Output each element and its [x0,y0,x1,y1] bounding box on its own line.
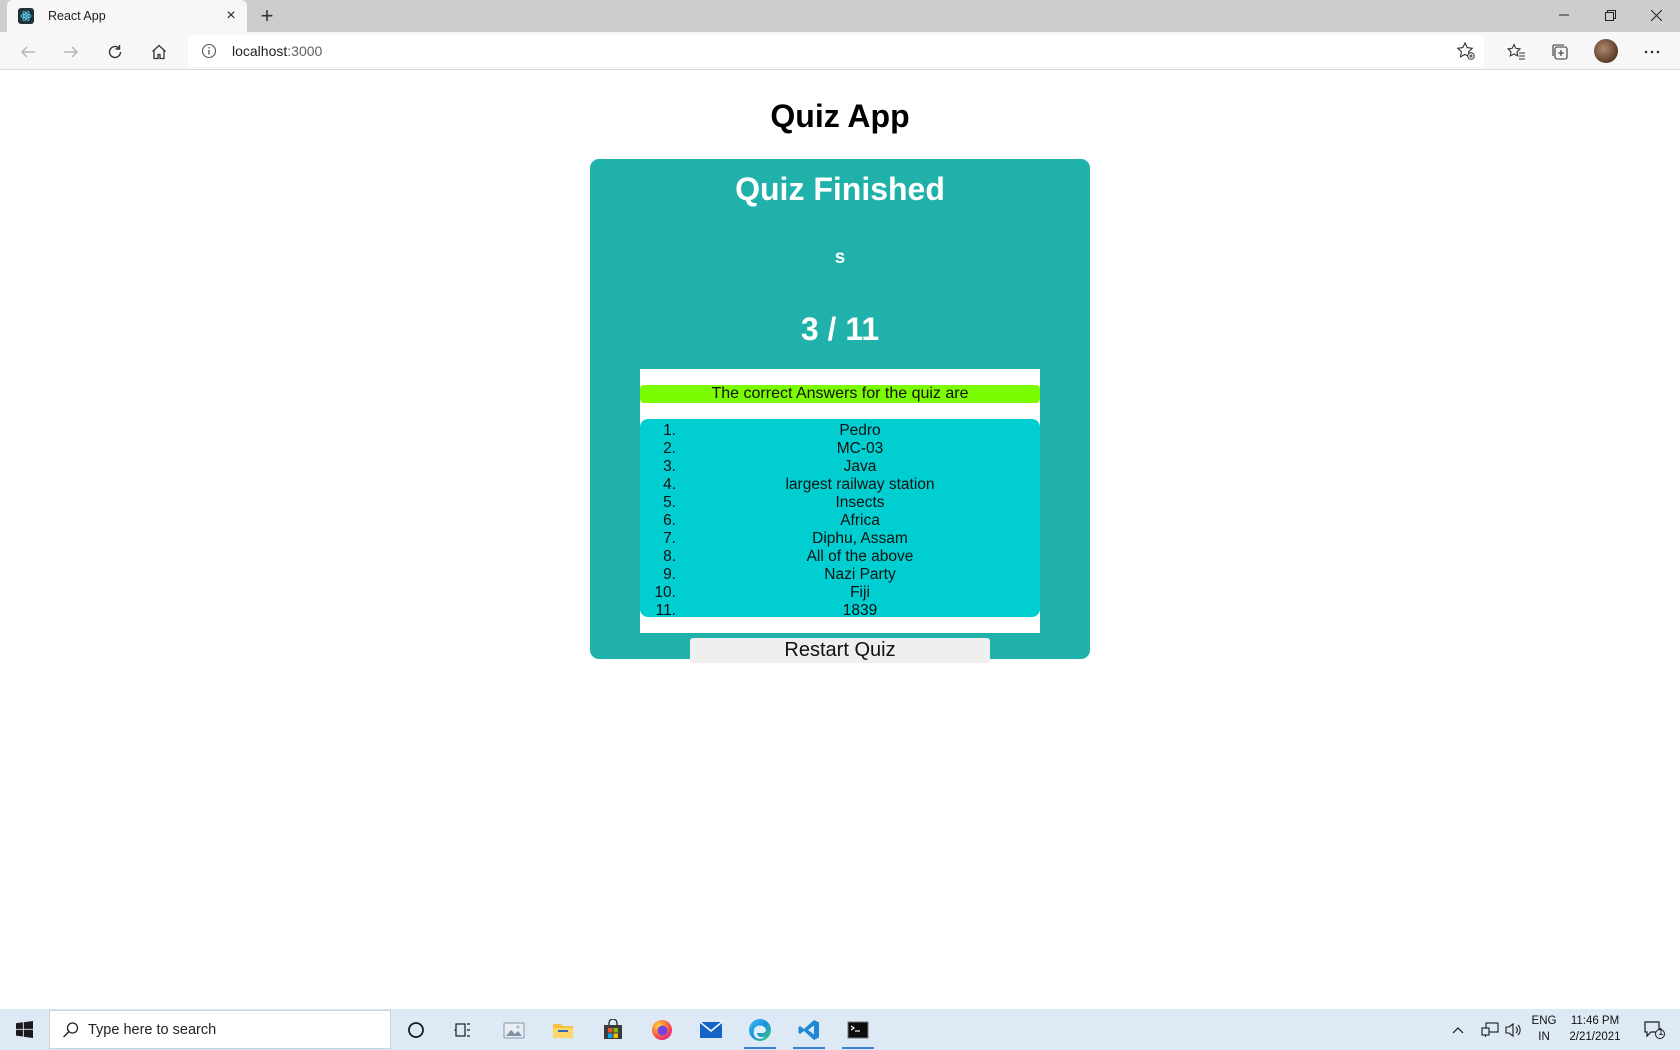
answer-text: Diphu, Assam [812,530,908,547]
answers-heading: The correct Answers for the quiz are [640,385,1040,403]
windows-start-icon[interactable] [0,1009,48,1050]
answers-list: 1. Pedro 2. MC-03 3. Java 4. largest railway st… [640,419,1040,620]
favorites-icon[interactable] [1500,36,1532,68]
answer-text: Pedro [839,422,881,439]
mail-icon[interactable] [691,1013,731,1046]
clock-date: 2/21/2021 [1569,1031,1621,1043]
url-text: localhost:3000 [232,43,322,59]
volume-icon[interactable] [1502,1013,1526,1046]
answer-number: 5. [663,494,676,511]
answer-item: 11. 1839 [640,602,1040,620]
chevron-up-icon[interactable] [1446,1013,1470,1046]
notification-count: 1 [1658,1027,1664,1038]
collections-icon[interactable] [1544,36,1576,68]
address-bar[interactable]: localhost:3000 [188,35,1484,67]
answer-number: 9. [663,566,676,583]
browser-toolbar: localhost:3000 [0,32,1680,70]
answer-number: 11. [655,602,676,619]
url-port: :3000 [287,43,323,59]
vscode-icon[interactable] [789,1013,829,1049]
quiz-result-card: Quiz Finished s 3 / 11 The correct Answe… [590,159,1090,663]
edge-icon[interactable] [740,1013,780,1049]
refresh-icon[interactable] [99,36,131,68]
answer-text: Africa [840,512,880,529]
windows-taskbar: Type here to search ENG IN 11:46 PM 2/21… [0,1009,1680,1050]
answer-text: Insects [835,494,885,511]
info-icon[interactable] [201,43,217,64]
store-icon[interactable] [593,1013,633,1046]
score-display: 3 / 11 [800,311,880,347]
region-code: IN [1538,1031,1550,1043]
url-host: localhost [232,43,288,59]
back-icon[interactable] [12,36,44,68]
add-favorite-icon[interactable] [1456,41,1476,66]
task-view-icon[interactable] [443,1013,483,1046]
app-title: Quiz App [770,98,910,134]
answer-item: 2. MC-03 [640,440,1040,458]
answers-panel: The correct Answers for the quiz are 1. P… [640,369,1040,633]
language-indicator[interactable]: ENG IN [1528,1013,1560,1045]
forward-icon[interactable] [55,36,87,68]
answer-item: 8. All of the above [640,548,1040,566]
home-icon[interactable] [143,36,175,68]
answer-text: 1839 [842,602,878,619]
firefox-icon[interactable] [642,1013,682,1046]
terminal-icon[interactable] [838,1013,878,1049]
profile-avatar[interactable] [1594,39,1618,63]
answer-text: Fiji [850,584,870,601]
search-placeholder: Type here to search [88,1022,217,1038]
browser-tab-bar: React App × + [0,0,1680,32]
browser-tab[interactable]: React App × [7,0,247,32]
file-explorer-icon[interactable] [543,1013,583,1046]
answer-item: 6. Africa [640,512,1040,530]
more-icon[interactable] [1636,36,1668,68]
network-icon[interactable] [1478,1013,1502,1046]
answer-text: Nazi Party [824,566,896,583]
answer-item: 3. Java [640,458,1040,476]
answer-text: Java [843,458,877,475]
search-icon [62,1021,80,1044]
answer-number: 3. [663,458,676,475]
answer-number: 4. [663,476,676,493]
answer-number: 7. [663,530,676,547]
answer-number: 1. [663,422,676,439]
player-name: s [834,247,846,268]
restart-quiz-button[interactable]: Restart Quiz [690,638,990,663]
answer-number: 2. [663,440,676,457]
answer-number: 8. [663,548,676,565]
answer-number: 6. [663,512,676,529]
new-tab-icon[interactable]: + [255,4,279,28]
clock-time: 11:46 PM [1570,1015,1620,1027]
answer-number: 10. [654,584,676,601]
cortana-icon[interactable] [396,1013,436,1046]
answer-item: 1. Pedro [640,422,1040,440]
tab-close-icon[interactable]: × [223,8,239,24]
window-close-icon[interactable] [1633,0,1679,30]
clock[interactable]: 11:46 PM 2/21/2021 [1562,1013,1628,1045]
answer-text: MC-03 [836,440,884,457]
photos-icon[interactable] [494,1013,534,1046]
answer-item: 5. Insects [640,494,1040,512]
restore-icon[interactable] [1587,0,1633,30]
answer-item: 10. Fiji [640,584,1040,602]
answer-item: 9. Nazi Party [640,566,1040,584]
minimize-icon[interactable] [1541,0,1587,30]
answer-text: largest railway station [785,476,935,493]
notification-icon[interactable]: 1 [1636,1013,1672,1046]
language-code: ENG [1531,1015,1557,1027]
answer-text: All of the above [806,548,914,565]
react-favicon-icon [18,8,34,24]
answer-item: 4. largest railway station [640,476,1040,494]
answer-item: 7. Diphu, Assam [640,530,1040,548]
tab-title: React App [48,9,106,23]
taskbar-search-box[interactable]: Type here to search [49,1010,391,1049]
quiz-finished-heading: Quiz Finished [735,171,945,207]
page-viewport: Quiz App Quiz Finished s 3 / 11 The corr… [0,71,1680,1009]
